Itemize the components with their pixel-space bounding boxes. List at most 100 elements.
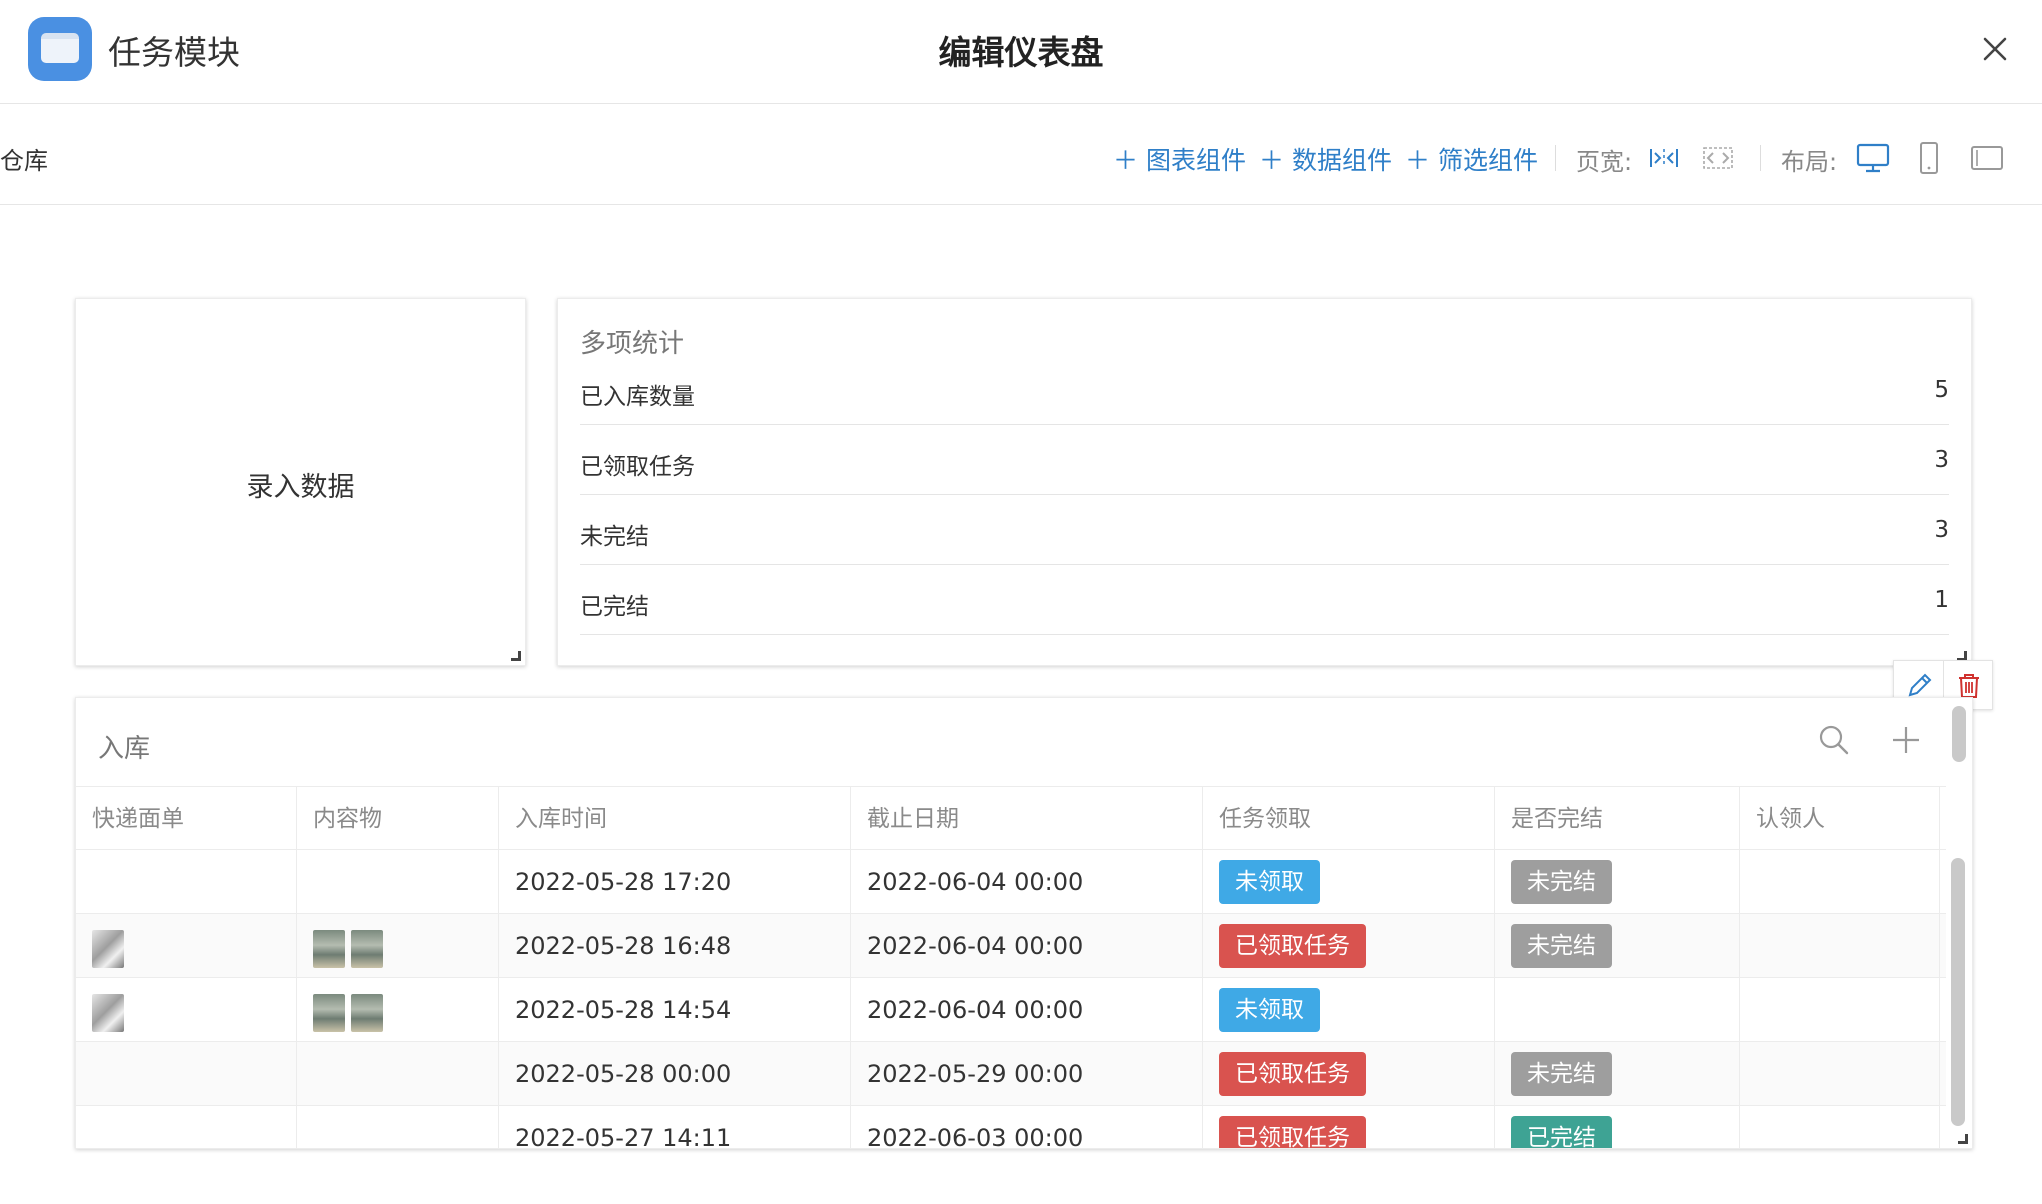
table-row[interactable]: 2022-05-28 17:20 2022-06-04 00:00 未领取 未完…: [76, 850, 1946, 914]
data-entry-card[interactable]: 录入数据: [75, 298, 526, 666]
column-header[interactable]: 内容物: [297, 787, 499, 851]
task-cell: 已领取任务: [1203, 1042, 1495, 1106]
column-header[interactable]: 入库时间: [499, 787, 851, 851]
inbound-time-cell: 2022-05-28 14:54: [499, 978, 851, 1042]
column-header[interactable]: 是否完结: [1495, 787, 1740, 851]
waybill-cell: [76, 1042, 297, 1106]
search-icon[interactable]: [1816, 722, 1852, 762]
assignee-cell: [1740, 1042, 1940, 1106]
page-title: 编辑仪表盘: [938, 33, 1104, 72]
task-status-tag[interactable]: 已领取任务: [1219, 1116, 1366, 1148]
data-entry-label: 录入数据: [246, 472, 355, 503]
column-header[interactable]: 快递面单: [76, 787, 297, 851]
add-filter-component-button[interactable]: ＋筛选组件: [1405, 141, 1538, 177]
page-width-full-icon[interactable]: [1702, 145, 1734, 175]
table-body: 2022-05-28 17:20 2022-06-04 00:00 未领取 未完…: [76, 850, 1946, 1149]
column-header[interactable]: 认领人: [1740, 787, 1940, 851]
tablet-layout-icon[interactable]: [1970, 145, 2004, 175]
add-data-label: 数据组件: [1292, 146, 1393, 175]
table-row[interactable]: 2022-05-28 16:48 2022-06-04 00:00 已领取任务 …: [76, 914, 1946, 978]
task-cell: 已领取任务: [1203, 1106, 1495, 1148]
table-row[interactable]: 2022-05-27 14:11 2022-06-03 00:00 已领取任务 …: [76, 1106, 1946, 1149]
assignee-cell: [1740, 850, 1940, 914]
contents-cell: [297, 1042, 499, 1106]
page-width-narrow-icon[interactable]: [1648, 145, 1680, 175]
inbound-time: 2022-05-28 14:54: [515, 996, 732, 1024]
done-cell: 未完结: [1495, 1042, 1740, 1106]
task-status-tag[interactable]: 未领取: [1219, 988, 1320, 1032]
inbound-time: 2022-05-28 00:00: [515, 1060, 732, 1088]
table-title: 入库: [98, 734, 151, 764]
done-cell: 未完结: [1495, 914, 1740, 978]
add-data-component-button[interactable]: ＋数据组件: [1259, 141, 1392, 177]
completion-tag[interactable]: 未完结: [1511, 1052, 1612, 1096]
inbound-time-cell: 2022-05-28 00:00: [499, 1042, 851, 1106]
table-row[interactable]: 2022-05-28 14:54 2022-06-04 00:00 未领取: [76, 978, 1946, 1042]
contents-thumbnail[interactable]: [351, 994, 383, 1032]
editor-toolbar: 仓库 ＋图表组件 ＋数据组件 ＋筛选组件 页宽: 布局:: [0, 105, 2042, 205]
desktop-layout-icon[interactable]: [1856, 143, 1890, 177]
breadcrumb: 仓库: [0, 147, 48, 175]
stat-row: 已入库数量 5: [580, 355, 1949, 425]
stat-value: 3: [1934, 517, 1949, 543]
stat-value: 5: [1934, 377, 1949, 403]
inbound-time-cell: 2022-05-27 14:11: [499, 1106, 851, 1149]
stat-label: 已入库数量: [580, 384, 695, 410]
assignee-cell: [1740, 914, 1940, 978]
completion-tag[interactable]: 未完结: [1511, 860, 1612, 904]
contents-thumbnail[interactable]: [313, 930, 345, 968]
task-status-tag[interactable]: 未领取: [1219, 860, 1320, 904]
plus-icon: ＋: [1259, 146, 1285, 175]
plus-icon: ＋: [1405, 146, 1431, 175]
deadline: 2022-06-04 00:00: [867, 868, 1084, 896]
task-cell: 未领取: [1203, 978, 1495, 1042]
deadline: 2022-06-04 00:00: [867, 932, 1084, 960]
completion-tag[interactable]: 已完结: [1511, 1116, 1612, 1148]
inbound-time: 2022-05-27 14:11: [515, 1124, 732, 1149]
stat-row: 已领取任务 3: [580, 425, 1949, 495]
done-cell: 未完结: [1495, 850, 1740, 914]
task-cell: 已领取任务: [1203, 914, 1495, 978]
stat-row: 未完结 3: [580, 495, 1949, 565]
table-row[interactable]: 2022-05-28 00:00 2022-05-29 00:00 已领取任务 …: [76, 1042, 1946, 1106]
resize-handle[interactable]: [511, 651, 521, 661]
deadline-cell: 2022-06-04 00:00: [851, 914, 1203, 978]
inbound-time: 2022-05-28 16:48: [515, 932, 732, 960]
stat-label: 已领取任务: [580, 454, 695, 480]
deadline-cell: 2022-06-03 00:00: [851, 1106, 1203, 1149]
done-cell: [1495, 978, 1740, 1042]
contents-cell: [297, 850, 499, 914]
stat-value: 1: [1934, 587, 1949, 613]
add-chart-label: 图表组件: [1146, 146, 1247, 175]
close-icon[interactable]: [1978, 32, 2012, 66]
task-cell: 未领取: [1203, 850, 1495, 914]
contents-cell: [297, 914, 499, 978]
waybill-thumbnail[interactable]: [92, 930, 124, 968]
inbound-table-card: 入库 快递面单 内容物 入库时间 截止日期 任务领取 是否完结 认领人 2022…: [75, 697, 1973, 1149]
contents-thumbnail[interactable]: [351, 930, 383, 968]
add-record-icon[interactable]: [1888, 722, 1924, 762]
column-header[interactable]: 截止日期: [851, 787, 1203, 851]
done-cell: 已完结: [1495, 1106, 1740, 1148]
table-scrollbar[interactable]: [1951, 858, 1965, 1126]
page-width-label: 页宽:: [1576, 148, 1633, 176]
stat-value: 3: [1934, 447, 1949, 473]
deadline-cell: 2022-06-04 00:00: [851, 850, 1203, 914]
completion-tag[interactable]: 未完结: [1511, 924, 1612, 968]
inbound-time-cell: 2022-05-28 17:20: [499, 850, 851, 914]
add-chart-component-button[interactable]: ＋图表组件: [1113, 141, 1246, 177]
waybill-thumbnail[interactable]: [92, 994, 124, 1032]
column-header[interactable]: 任务领取: [1203, 787, 1495, 851]
assignee-cell: [1740, 978, 1940, 1042]
deadline: 2022-05-29 00:00: [867, 1060, 1084, 1088]
task-status-tag[interactable]: 已领取任务: [1219, 1052, 1366, 1096]
inbound-time: 2022-05-28 17:20: [515, 868, 732, 896]
task-status-tag[interactable]: 已领取任务: [1219, 924, 1366, 968]
contents-thumbnail[interactable]: [313, 994, 345, 1032]
deadline: 2022-06-03 00:00: [867, 1124, 1084, 1149]
waybill-cell: [76, 1106, 297, 1148]
resize-handle[interactable]: [1958, 1134, 1968, 1144]
inbound-time-cell: 2022-05-28 16:48: [499, 914, 851, 978]
scrollbar[interactable]: [1952, 706, 1966, 762]
mobile-layout-icon[interactable]: [1918, 141, 1940, 179]
